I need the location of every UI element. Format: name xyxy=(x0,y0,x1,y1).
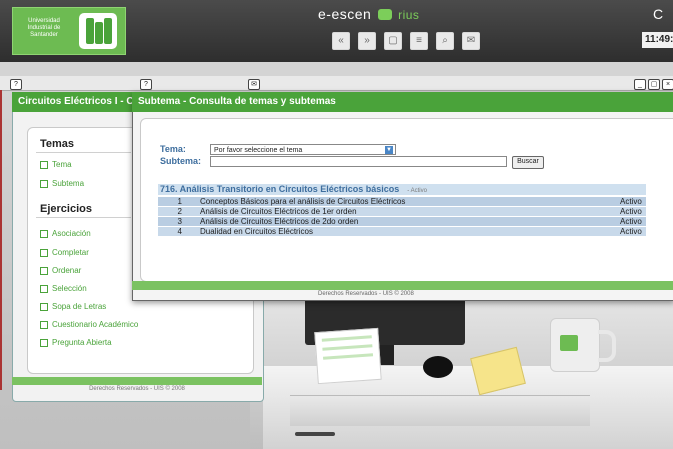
checkbox-icon xyxy=(40,229,48,238)
row-state: Activo xyxy=(620,217,642,226)
subtema-input[interactable] xyxy=(210,156,507,167)
row-name: Conceptos Básicos para el análisis de Ci… xyxy=(200,197,406,206)
mail-window-icon[interactable]: ✉ xyxy=(248,79,260,90)
table-row[interactable]: 1 Conceptos Básicos para el análisis de … xyxy=(158,197,646,206)
menu-item-pregunta-abierta[interactable]: Pregunta Abierta xyxy=(40,338,112,347)
menu-item-completar[interactable]: Completar xyxy=(40,248,89,257)
app-title-main: e-escen xyxy=(318,6,372,22)
app-title-logo-icon xyxy=(377,9,392,20)
menu-item-ordenar[interactable]: Ordenar xyxy=(40,266,81,275)
row-name: Análisis de Circuitos Eléctricos de 2do … xyxy=(200,217,359,226)
page-icon[interactable]: ▢ xyxy=(384,32,402,50)
forward-icon[interactable]: » xyxy=(358,32,376,50)
subtema-label: Subtema: xyxy=(160,156,202,166)
app-title-sub: rius xyxy=(398,8,420,22)
background-window-bar xyxy=(0,76,673,91)
left-panel-copyright: Derechos Reservados - UIS © 2008 xyxy=(89,386,185,392)
drawer-handle xyxy=(295,432,335,436)
paper-sheet xyxy=(314,327,382,385)
mug-logo-icon xyxy=(560,335,578,351)
mug-handle xyxy=(598,330,616,362)
buscar-button[interactable]: Buscar xyxy=(512,156,544,169)
close-icon[interactable]: × xyxy=(662,79,673,90)
minimize-icon[interactable]: _ xyxy=(634,79,646,90)
help-icon[interactable]: ? xyxy=(10,79,22,90)
row-number: 1 xyxy=(177,197,182,206)
ejercicios-title: Ejercicios xyxy=(40,203,92,215)
menu-item-cuestionario[interactable]: Cuestionario Académico xyxy=(40,320,138,329)
divider xyxy=(36,217,131,218)
row-state: Activo xyxy=(620,197,642,206)
app-frame: Universidad Industrial de Santander e-es… xyxy=(0,0,673,449)
row-name: Dualidad en Circuitos Eléctricos xyxy=(200,227,313,236)
row-number: 4 xyxy=(177,227,182,236)
left-panel-footer-bar xyxy=(12,377,262,385)
tema-select-value: Por favor seleccione el tema xyxy=(214,147,303,154)
section-status: - Activo xyxy=(407,188,427,194)
menu-item-seleccion[interactable]: Selección xyxy=(40,284,87,293)
mouse xyxy=(423,356,453,378)
row-name: Análisis de Circuitos Eléctricos de 1er … xyxy=(200,207,357,216)
checkbox-icon xyxy=(40,320,48,329)
checkbox-icon xyxy=(40,160,48,169)
dialog-footer-bar xyxy=(132,281,673,290)
table-row[interactable]: 3 Análisis de Circuitos Eléctricos de 2d… xyxy=(158,217,646,226)
divider xyxy=(36,152,131,153)
menu-item-tema[interactable]: Tema xyxy=(40,160,72,169)
maximize-icon[interactable]: ▢ xyxy=(648,79,660,90)
checkbox-icon xyxy=(40,266,48,275)
logo-mark-icon xyxy=(79,13,117,49)
help-icon-2[interactable]: ? xyxy=(140,79,152,90)
toolbar: « » ▢ ≡ ⌕ ✉ xyxy=(332,30,488,50)
row-number: 2 xyxy=(177,207,182,216)
search-icon[interactable]: ⌕ xyxy=(436,32,454,50)
checkbox-icon xyxy=(40,284,48,293)
row-state: Activo xyxy=(620,207,642,216)
app-title: e-escen rius xyxy=(318,6,419,22)
tema-select[interactable]: Por favor seleccione el tema ▼ xyxy=(210,144,396,155)
mail-icon[interactable]: ✉ xyxy=(462,32,480,50)
menu-item-subtema[interactable]: Subtema xyxy=(40,179,84,188)
dialog-title: Subtema - Consulta de temas y subtemas xyxy=(132,92,673,112)
left-edge-accent xyxy=(0,90,2,390)
back-icon[interactable]: « xyxy=(332,32,350,50)
desk-drawer xyxy=(290,395,590,426)
menu-item-asociacion[interactable]: Asociación xyxy=(40,229,91,238)
table-row[interactable]: 2 Análisis de Circuitos Eléctricos de 1e… xyxy=(158,207,646,216)
temas-title: Temas xyxy=(40,138,75,150)
table-row[interactable]: 4 Dualidad en Circuitos Eléctricos Activ… xyxy=(158,227,646,236)
section-title: 716. Análisis Transitorio en Circuitos E… xyxy=(160,184,400,194)
list-icon[interactable]: ≡ xyxy=(410,32,428,50)
section-header: 716. Análisis Transitorio en Circuitos E… xyxy=(158,184,646,195)
chevron-down-icon[interactable]: ▼ xyxy=(385,146,393,154)
checkbox-icon xyxy=(40,179,48,188)
menu-item-sopa-de-letras[interactable]: Sopa de Letras xyxy=(40,302,106,311)
clock: 11:49: xyxy=(642,32,673,48)
checkbox-icon xyxy=(40,302,48,311)
checkbox-icon xyxy=(40,248,48,257)
top-bar: Universidad Industrial de Santander e-es… xyxy=(0,0,673,62)
tema-label: Tema: xyxy=(160,144,186,154)
checkbox-icon xyxy=(40,338,48,347)
logo-text: Universidad Industrial de Santander xyxy=(27,18,61,38)
row-number: 3 xyxy=(177,217,182,226)
uis-logo: Universidad Industrial de Santander xyxy=(12,7,126,55)
dialog-copyright: Derechos Reservados - UIS © 2008 xyxy=(318,291,414,297)
row-state: Activo xyxy=(620,227,642,236)
top-right-label: C xyxy=(653,6,664,22)
